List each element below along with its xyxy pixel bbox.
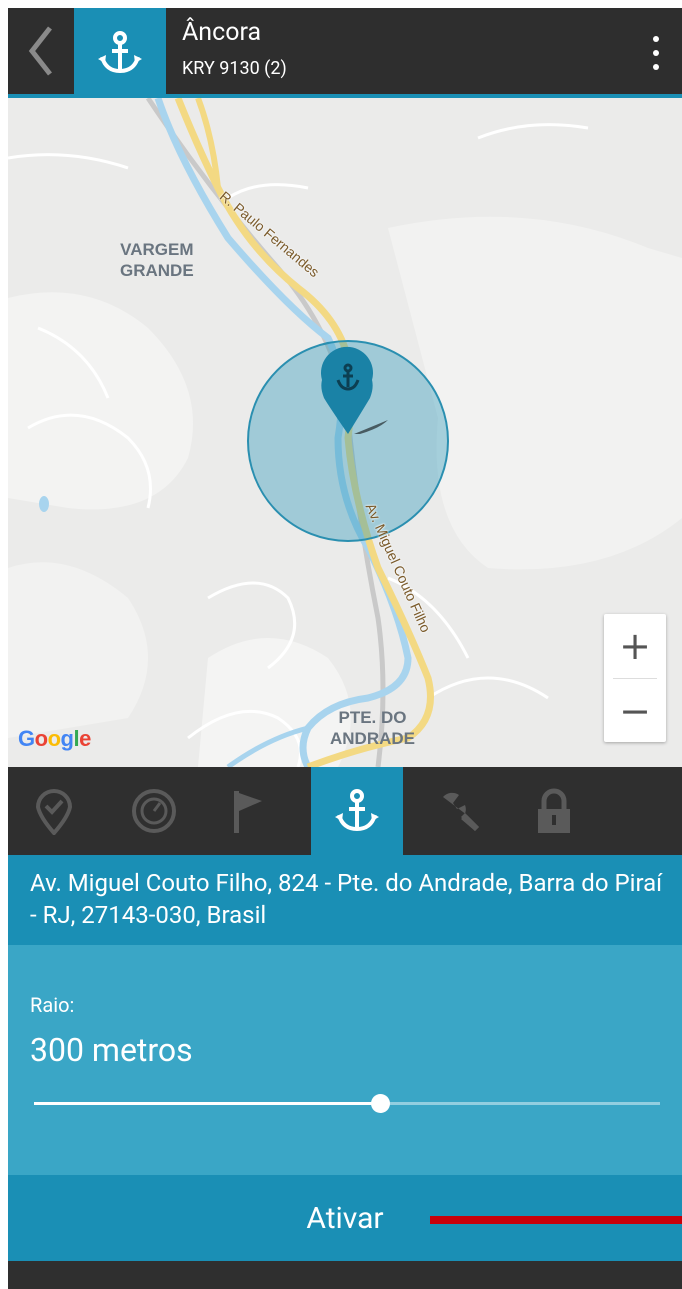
zoom-out-button[interactable]: − bbox=[604, 679, 666, 743]
tab-flag[interactable] bbox=[202, 767, 294, 855]
map-view[interactable]: R. Paulo Fernandes Av. Miguel Couto Filh… bbox=[8, 98, 682, 767]
speed-clock-icon bbox=[132, 789, 176, 833]
tab-anchor[interactable] bbox=[311, 767, 403, 855]
page-title: Âncora bbox=[182, 18, 262, 47]
vehicle-subtitle: KRY 9130 (2) bbox=[182, 58, 287, 79]
map-zoom-control: + − bbox=[604, 614, 666, 742]
radius-slider-fill bbox=[34, 1102, 381, 1105]
radius-label: Raio: bbox=[30, 993, 75, 1017]
radius-panel: Raio: 300 metros bbox=[8, 945, 682, 1175]
annotation-red-line bbox=[430, 1216, 682, 1224]
feature-tab-bar bbox=[8, 767, 682, 855]
google-attribution: Google bbox=[18, 726, 91, 751]
header-anchor-badge bbox=[74, 8, 166, 98]
anchor-address: Av. Miguel Couto Filho, 824 - Pte. do An… bbox=[8, 855, 682, 945]
place-label-pte-do-andrade: PTE. DO ANDRADE bbox=[330, 708, 415, 748]
map-canvas bbox=[8, 98, 682, 767]
app-header: Âncora KRY 9130 (2) bbox=[8, 8, 682, 98]
back-button[interactable] bbox=[8, 8, 74, 94]
tab-maintenance[interactable] bbox=[413, 767, 505, 855]
radius-value: 300 metros bbox=[30, 1031, 193, 1069]
tab-speed[interactable] bbox=[108, 767, 200, 855]
menu-dot bbox=[653, 50, 659, 56]
anchor-icon bbox=[335, 789, 379, 832]
tab-location[interactable] bbox=[8, 767, 100, 855]
app-screen: Âncora KRY 9130 (2) R. Paulo Fernandes A… bbox=[8, 8, 682, 1289]
wrench-icon bbox=[443, 792, 479, 831]
chevron-left-icon bbox=[28, 26, 52, 76]
anchor-icon bbox=[98, 31, 142, 74]
place-label-vargem-grande: VARGEM GRANDE bbox=[120, 240, 194, 280]
radius-slider[interactable] bbox=[34, 1094, 660, 1113]
menu-dot bbox=[653, 64, 659, 70]
menu-dot bbox=[653, 36, 659, 42]
radius-slider-thumb[interactable] bbox=[371, 1094, 391, 1113]
location-check-icon bbox=[35, 789, 73, 835]
overflow-menu-button[interactable] bbox=[644, 30, 668, 76]
zoom-in-button[interactable]: + bbox=[604, 614, 666, 678]
flag-icon bbox=[234, 791, 262, 833]
tab-lock[interactable] bbox=[508, 767, 600, 855]
bottom-strip bbox=[8, 1261, 682, 1289]
lock-icon bbox=[538, 788, 570, 833]
